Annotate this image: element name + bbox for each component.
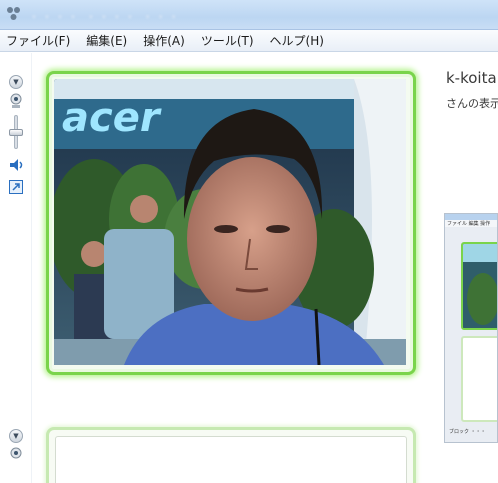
webcam-icon bbox=[10, 447, 22, 459]
thumb-video-image bbox=[463, 244, 497, 328]
menu-edit[interactable]: 編集(E) bbox=[86, 32, 127, 49]
webcam-icon bbox=[10, 93, 22, 108]
thumb-video bbox=[461, 242, 497, 330]
webcam-button-2[interactable] bbox=[9, 447, 23, 467]
menu-bar: ファイル(F) 編集(E) 操作(A) ツール(T) ヘルプ(H) bbox=[0, 30, 498, 52]
title-bar[interactable]: ・・・・ ・・・・ ・・・ bbox=[0, 0, 498, 30]
contact-video-frame[interactable]: acer bbox=[46, 71, 416, 375]
chevron-down-icon: ▼ bbox=[9, 429, 23, 443]
collapse-button[interactable]: ▼ bbox=[9, 75, 23, 89]
video-image: acer bbox=[54, 79, 406, 365]
speaker-icon bbox=[10, 159, 23, 171]
av-controls: ▼ ▼ bbox=[0, 53, 32, 483]
conversation-area: ▼ ▼ acer k-koita さんの表示 ファイル 編集 操作 ブロック ・… bbox=[0, 53, 498, 483]
messenger-icon[interactable] bbox=[6, 6, 22, 22]
self-video-frame[interactable] bbox=[46, 427, 416, 483]
thumb-footer: ブロック ・・・ bbox=[449, 429, 486, 435]
display-picture-thumbnail[interactable]: ファイル 編集 操作 ブロック ・・・ bbox=[444, 213, 498, 443]
banner-text: acer bbox=[62, 95, 162, 141]
contact-status-text: さんの表示 bbox=[446, 97, 498, 110]
menu-file[interactable]: ファイル(F) bbox=[6, 32, 70, 49]
thumb-frame2 bbox=[461, 336, 497, 422]
menu-help[interactable]: ヘルプ(H) bbox=[270, 32, 324, 49]
popout-button[interactable] bbox=[9, 179, 23, 198]
collapse-button-2[interactable]: ▼ bbox=[9, 429, 23, 443]
chevron-down-icon: ▼ bbox=[9, 75, 23, 89]
window-title: ・・・・ ・・・・ ・・・ bbox=[28, 10, 181, 24]
popout-icon bbox=[9, 180, 23, 194]
speaker-button[interactable] bbox=[9, 157, 25, 176]
menu-actions[interactable]: 操作(A) bbox=[143, 32, 185, 49]
menu-tools[interactable]: ツール(T) bbox=[201, 32, 254, 49]
volume-slider-thumb[interactable] bbox=[9, 129, 23, 136]
webcam-button[interactable] bbox=[9, 93, 23, 113]
thumb-menu: ファイル 編集 操作 bbox=[445, 220, 497, 227]
video-feed: acer bbox=[54, 79, 408, 367]
contact-name: k-koita bbox=[446, 69, 497, 87]
self-video-feed bbox=[55, 436, 407, 483]
